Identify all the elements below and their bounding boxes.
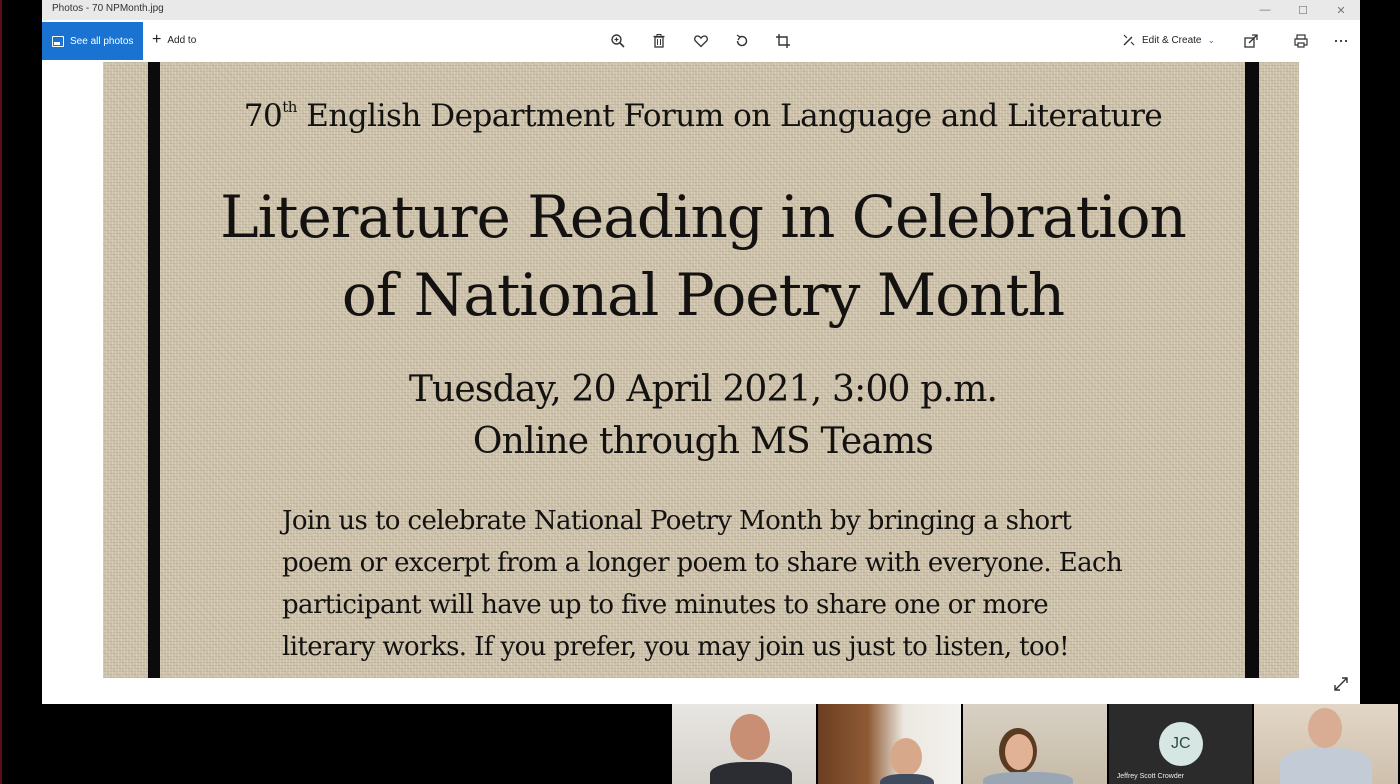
title-bar: Photos - 70 NPMonth.jpg — ☐ ✕ — [42, 0, 1360, 20]
plus-icon: + — [152, 31, 162, 48]
participant-face — [730, 714, 770, 760]
photos-icon — [52, 35, 64, 47]
add-to-button[interactable]: + Add to — [152, 31, 197, 48]
participant-name: Jeffrey Scott Crowder — [1116, 773, 1184, 780]
event-details: Tuesday, 20 April 2021, 3:00 p.m. Online… — [163, 364, 1243, 468]
see-all-photos-button[interactable]: See all photos — [42, 22, 143, 60]
zoom-icon[interactable] — [609, 32, 627, 50]
participant-face — [1308, 708, 1343, 748]
description-line-2: poem or excerpt from a longer poem to sh… — [282, 548, 1123, 578]
delete-icon[interactable] — [650, 32, 668, 50]
description-line-3: participant will have up to five minutes… — [282, 590, 1049, 620]
participant-shirt — [1280, 748, 1373, 784]
forum-ordinal-suffix: th — [282, 98, 297, 116]
participant-face — [1005, 734, 1034, 770]
flyer-image: 70th English Department Forum on Languag… — [103, 62, 1299, 678]
participant-video[interactable] — [672, 704, 816, 784]
headline-line-1: Literature Reading in Celebration — [220, 183, 1187, 251]
participant-video[interactable] — [1254, 704, 1398, 784]
forum-ordinal: 70 — [243, 98, 283, 134]
event-venue: Online through MS Teams — [472, 421, 934, 462]
share-icon[interactable] — [1242, 32, 1260, 50]
minimize-button[interactable]: — — [1246, 0, 1284, 20]
print-icon[interactable] — [1292, 32, 1310, 50]
participant-initials: JC — [1158, 722, 1203, 766]
edit-create-label: Edit & Create — [1142, 34, 1202, 46]
chevron-down-icon: ⌄ — [1207, 34, 1216, 45]
participant-face — [889, 738, 922, 776]
event-date: Tuesday, 20 April 2021, 3:00 p.m. — [408, 369, 998, 410]
flyer-border-right — [1245, 62, 1259, 678]
close-button[interactable]: ✕ — [1322, 0, 1360, 20]
more-icon[interactable] — [1332, 32, 1350, 50]
event-headline: Literature Reading in Celebration of Nat… — [163, 178, 1243, 334]
headline-line-2: of National Poetry Month — [341, 261, 1065, 329]
participant-shirt — [710, 762, 792, 784]
edit-create-icon — [1123, 34, 1135, 46]
maximize-button[interactable]: ☐ — [1284, 0, 1322, 20]
forum-title: 70th English Department Forum on Languag… — [163, 98, 1243, 134]
photos-window: Photos - 70 NPMonth.jpg — ☐ ✕ See all ph… — [42, 0, 1360, 704]
see-all-photos-label: See all photos — [70, 35, 134, 47]
forum-name: English Department Forum on Language and… — [296, 98, 1163, 134]
screen-edge — [0, 0, 2, 784]
expand-icon[interactable] — [1332, 675, 1350, 693]
flyer-border-left — [148, 62, 160, 678]
window-controls: — ☐ ✕ — [1246, 0, 1360, 20]
participant-video[interactable] — [817, 704, 962, 784]
meeting-participants: JC Jeffrey Scott Crowder — [672, 704, 1400, 784]
participant-shirt — [879, 774, 934, 784]
window-title: Photos - 70 NPMonth.jpg — [52, 3, 164, 14]
participant-tile-jc[interactable]: JC Jeffrey Scott Crowder — [1108, 704, 1253, 784]
description-line-1: Join us to celebrate National Poetry Mon… — [282, 506, 1072, 536]
favorite-icon[interactable] — [692, 32, 710, 50]
participant-shirt — [983, 772, 1074, 784]
add-to-label: Add to — [167, 34, 197, 46]
edit-create-button[interactable]: Edit & Create ⌄ — [1122, 33, 1215, 47]
photos-toolbar: See all photos + Add to Edit & Create ⌄ — [42, 20, 1360, 62]
rotate-icon[interactable] — [733, 32, 751, 50]
participant-video[interactable] — [963, 704, 1107, 784]
event-description: Join us to celebrate National Poetry Mon… — [282, 500, 1222, 668]
description-line-4: literary works. If you prefer, you may j… — [282, 632, 1070, 662]
crop-icon[interactable] — [774, 32, 792, 50]
